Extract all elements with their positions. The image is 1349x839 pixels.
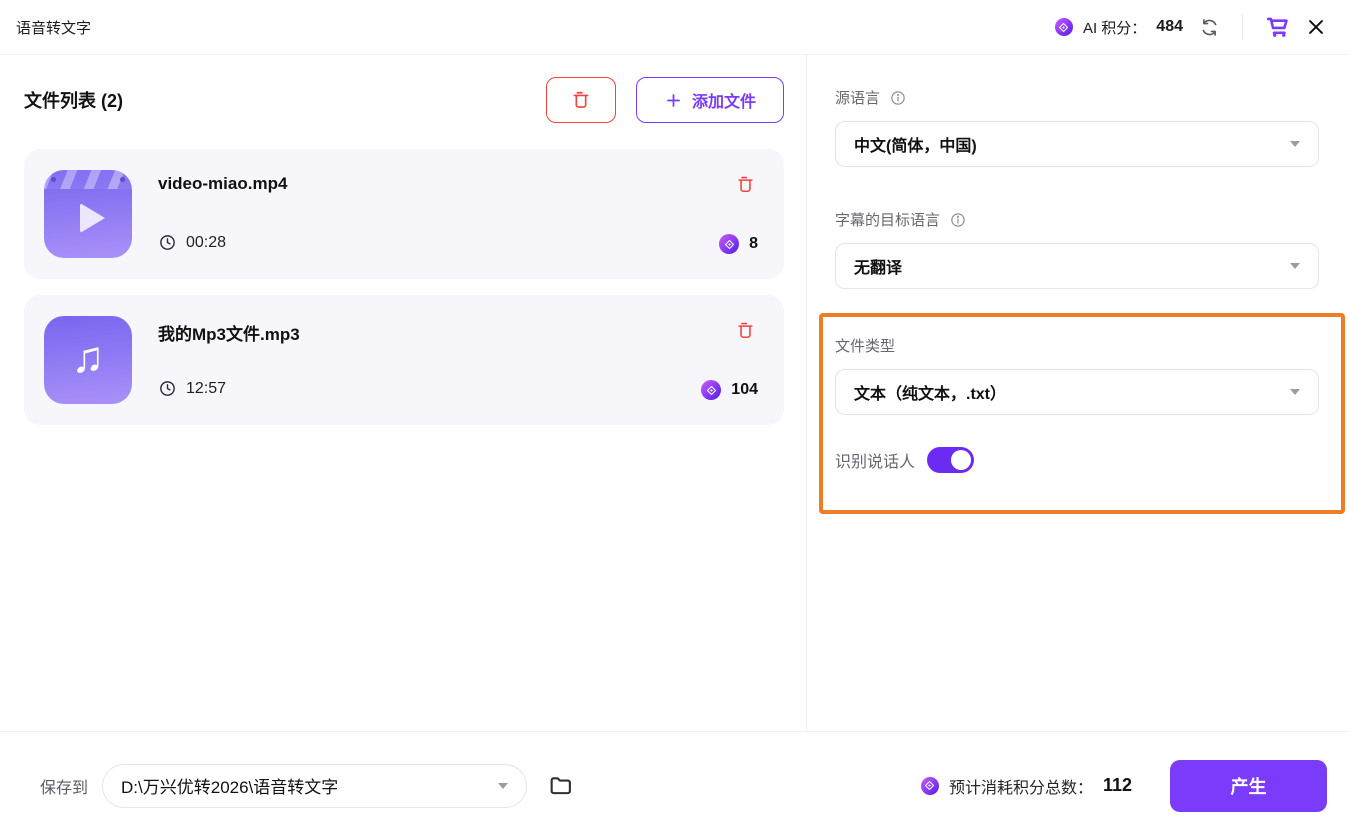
add-file-label: 添加文件 [692, 88, 756, 112]
target-language-field: 字幕的目标语言 无翻译 [835, 209, 1319, 289]
plus-icon [664, 91, 683, 110]
refresh-credits-button[interactable] [1197, 15, 1222, 40]
file-duration: 00:28 [186, 234, 226, 252]
chevron-down-icon [1290, 141, 1300, 147]
save-path-select[interactable]: D:\万兴优转2026\语音转文字 [102, 764, 527, 808]
source-language-select[interactable]: 中文(简体，中国) [835, 121, 1319, 167]
file-name: 我的Mp3文件.mp3 [158, 320, 300, 345]
delete-file-button[interactable] [733, 318, 758, 343]
source-language-value: 中文(简体，中国) [854, 132, 977, 156]
speaker-recognition-label: 识别说话人 [835, 448, 915, 472]
trash-icon [735, 320, 756, 341]
folder-icon [547, 772, 575, 800]
info-icon[interactable] [949, 211, 967, 229]
target-language-label: 字幕的目标语言 [835, 209, 940, 230]
file-duration: 12:57 [186, 380, 226, 398]
titlebar-right: AI 积分： 484 [1055, 12, 1329, 42]
footer-bar: 保存到 D:\万兴优转2026\语音转文字 预计消耗积分总数： 112 产生 [0, 731, 1349, 839]
file-row-audio[interactable]: ♫ 我的Mp3文件.mp3 12:57 [24, 295, 784, 425]
ai-credits-label: AI 积分： [1083, 17, 1146, 38]
file-info: video-miao.mp4 00:28 [158, 169, 287, 259]
audio-thumbnail-icon: ♫ [44, 316, 132, 404]
chevron-down-icon [498, 783, 508, 789]
file-name: video-miao.mp4 [158, 174, 287, 194]
credit-icon [719, 234, 739, 254]
file-type-value: 文本（纯文本，.txt） [854, 380, 1006, 404]
clock-icon [158, 379, 177, 398]
delete-file-button[interactable] [733, 172, 758, 197]
file-credits: 8 [719, 234, 758, 254]
video-thumbnail-icon [44, 170, 132, 258]
file-credits-value: 104 [731, 381, 758, 399]
trash-icon [570, 89, 592, 111]
settings-panel: 源语言 中文(简体，中国) 字幕的目标语言 [806, 55, 1349, 731]
cart-button[interactable] [1263, 12, 1293, 42]
estimate-label: 预计消耗积分总数： [949, 774, 1093, 798]
speaker-recognition-field: 识别说话人 [835, 447, 1319, 473]
file-credits-value: 8 [749, 235, 758, 253]
file-type-select[interactable]: 文本（纯文本，.txt） [835, 369, 1319, 415]
highlighted-settings-box: 文件类型 文本（纯文本，.txt） 识别说话人 [819, 313, 1345, 514]
cart-icon [1265, 14, 1291, 40]
titlebar: 语音转文字 AI 积分： 484 [0, 0, 1349, 55]
delete-all-button[interactable] [546, 77, 616, 123]
file-type-field: 文件类型 文本（纯文本，.txt） [835, 335, 1319, 415]
file-credits: 104 [701, 380, 758, 400]
file-row-right: 8 [719, 169, 758, 259]
file-list-panel: 文件列表 (2) 添加文件 [0, 55, 806, 731]
film-strip-decoration [44, 170, 132, 189]
info-icon[interactable] [889, 89, 907, 107]
close-button[interactable] [1303, 14, 1329, 40]
target-language-select[interactable]: 无翻译 [835, 243, 1319, 289]
speaker-recognition-toggle[interactable] [927, 447, 974, 473]
open-folder-button[interactable] [545, 770, 577, 802]
save-to-label: 保存到 [40, 774, 88, 798]
target-language-label-row: 字幕的目标语言 [835, 209, 1319, 230]
target-language-value: 无翻译 [854, 254, 902, 278]
close-icon [1305, 16, 1327, 38]
window-title: 语音转文字 [16, 17, 91, 38]
add-file-button[interactable]: 添加文件 [636, 77, 784, 123]
save-path-value: D:\万兴优转2026\语音转文字 [121, 773, 338, 798]
ai-credits-icon [1055, 18, 1073, 36]
generate-button[interactable]: 产生 [1170, 760, 1327, 812]
credit-icon [701, 380, 721, 400]
source-language-label-row: 源语言 [835, 87, 1319, 108]
ai-credits-value: 484 [1156, 18, 1183, 36]
file-list-header: 文件列表 (2) 添加文件 [24, 77, 784, 123]
file-duration-row: 12:57 [158, 379, 300, 398]
source-language-label: 源语言 [835, 87, 880, 108]
file-duration-row: 00:28 [158, 233, 287, 252]
file-info: 我的Mp3文件.mp3 12:57 [158, 315, 300, 405]
play-icon [80, 203, 105, 233]
music-note-icon: ♫ [72, 336, 105, 380]
estimate-value: 112 [1103, 775, 1132, 796]
credit-icon [921, 777, 939, 795]
refresh-icon [1199, 17, 1220, 38]
file-list-actions: 添加文件 [546, 77, 784, 123]
source-language-field: 源语言 中文(简体，中国) [835, 87, 1319, 167]
file-type-label-row: 文件类型 [835, 335, 1319, 356]
chevron-down-icon [1290, 263, 1300, 269]
trash-icon [735, 174, 756, 195]
speech-to-text-window: 语音转文字 AI 积分： 484 [0, 0, 1349, 839]
clock-icon [158, 233, 177, 252]
file-list-title: 文件列表 (2) [24, 87, 123, 113]
file-row-video[interactable]: video-miao.mp4 00:28 [24, 149, 784, 279]
file-rows: video-miao.mp4 00:28 [24, 149, 784, 425]
file-row-right: 104 [701, 315, 758, 405]
titlebar-divider [1242, 14, 1243, 40]
estimate-credits: 预计消耗积分总数： 112 [921, 774, 1132, 798]
main-area: 文件列表 (2) 添加文件 [0, 55, 1349, 731]
chevron-down-icon [1290, 389, 1300, 395]
file-type-label: 文件类型 [835, 335, 895, 356]
